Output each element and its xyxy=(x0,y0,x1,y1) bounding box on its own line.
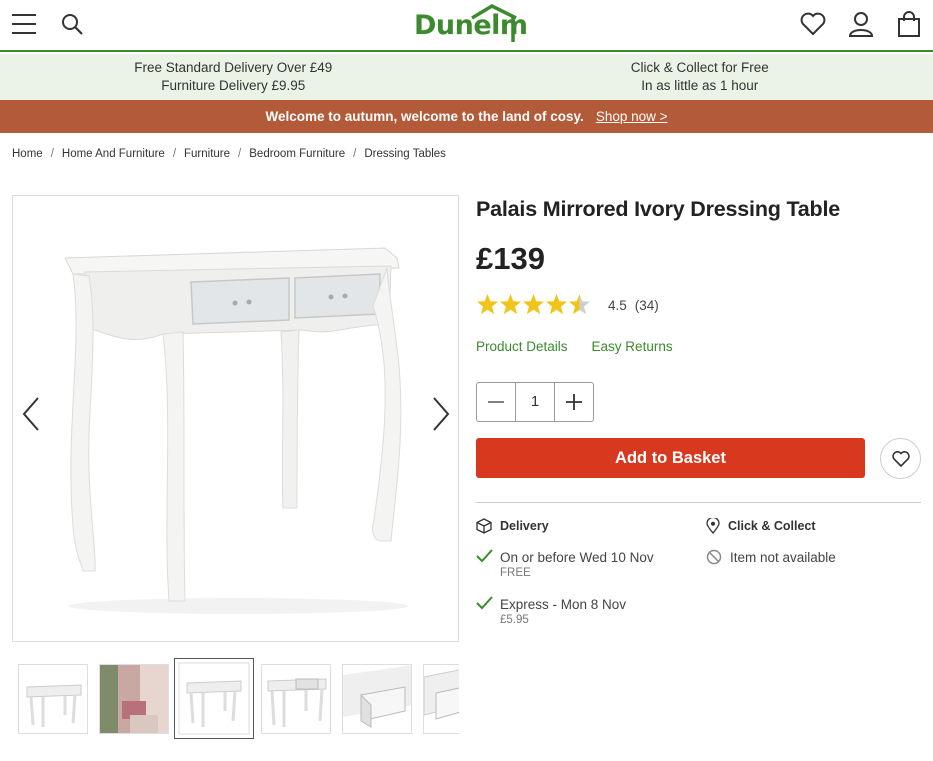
delivery-heading-text: Delivery xyxy=(500,519,549,533)
collect-info: Click & Collect for Free In as little as… xyxy=(467,54,933,100)
thumbnail-strip xyxy=(12,658,459,740)
chevron-left-icon[interactable] xyxy=(20,396,44,436)
dressing-table-illustration xyxy=(64,247,408,614)
box-icon xyxy=(476,518,492,534)
delivery-info-line1: Free Standard Delivery Over £49 xyxy=(134,60,333,75)
heart-icon xyxy=(891,450,910,467)
breadcrumb-home-and-furniture[interactable]: Home And Furniture xyxy=(62,148,165,160)
breadcrumb-home[interactable]: Home xyxy=(12,148,43,160)
logo-text: Dunelm xyxy=(414,10,528,41)
product-rating[interactable]: 4.5 (34) xyxy=(476,293,659,317)
promo-shop-link[interactable]: Shop now > xyxy=(596,109,668,124)
divider xyxy=(476,502,921,503)
basket-icon[interactable] xyxy=(895,10,923,38)
delivery-info: Free Standard Delivery Over £49 Furnitur… xyxy=(0,54,467,100)
promo-text: Welcome to autumn, welcome to the land o… xyxy=(265,109,584,124)
account-icon[interactable] xyxy=(847,10,875,38)
click-collect-heading: Click & Collect xyxy=(706,518,816,534)
quantity-input[interactable]: 1 xyxy=(515,383,555,421)
decrease-quantity-button[interactable] xyxy=(477,383,515,421)
thumbnail-selected[interactable] xyxy=(174,658,254,739)
chevron-right-icon[interactable] xyxy=(428,396,452,436)
easy-returns-link[interactable]: Easy Returns xyxy=(592,339,673,354)
breadcrumb-separator: / xyxy=(172,148,177,160)
product-links: Product Details Easy Returns xyxy=(476,339,673,354)
menu-icon[interactable] xyxy=(10,10,38,38)
site-header: Dunelm xyxy=(0,0,933,52)
rating-value: 4.5 xyxy=(608,297,627,313)
product-main-image[interactable] xyxy=(12,195,459,642)
rating-stars xyxy=(477,294,590,315)
location-pin-icon xyxy=(706,518,720,534)
product-details-link[interactable]: Product Details xyxy=(476,339,568,354)
delivery-info-bar: Free Standard Delivery Over £49 Furnitur… xyxy=(0,54,933,100)
minus-icon xyxy=(488,401,504,403)
express-delivery-date: Express - Mon 8 Nov xyxy=(500,597,627,612)
collect-info-line2: In as little as 1 hour xyxy=(641,78,759,93)
collect-status: Item not available xyxy=(730,550,836,565)
thumbnail[interactable] xyxy=(261,664,331,734)
review-count[interactable]: (34) xyxy=(635,298,659,313)
thumbnail[interactable] xyxy=(18,664,88,734)
plus-icon xyxy=(566,394,582,410)
thumbnail[interactable] xyxy=(342,664,412,734)
check-icon xyxy=(476,596,493,610)
thumbnail[interactable] xyxy=(99,664,169,734)
product-price: £139 xyxy=(476,241,545,276)
collect-info-line1: Click & Collect for Free xyxy=(630,60,769,75)
standard-delivery-date: On or before Wed 10 Nov xyxy=(500,550,654,565)
breadcrumb-furniture[interactable]: Furniture xyxy=(184,148,230,160)
quantity-stepper: 1 xyxy=(476,382,594,422)
thumbnail[interactable] xyxy=(423,664,459,734)
delivery-heading: Delivery xyxy=(476,518,549,534)
unavailable-icon xyxy=(706,549,722,565)
promo-banner: Welcome to autumn, welcome to the land o… xyxy=(0,100,933,133)
click-collect-heading-text: Click & Collect xyxy=(728,519,816,533)
breadcrumb-separator: / xyxy=(353,148,357,160)
dunelm-logo[interactable]: Dunelm xyxy=(412,4,528,46)
heart-icon[interactable] xyxy=(799,10,827,38)
breadcrumb-separator: / xyxy=(50,148,54,160)
delivery-info-line2: Furniture Delivery £9.95 xyxy=(161,78,306,93)
breadcrumb: Home / Home And Furniture / Furniture / … xyxy=(12,148,446,160)
increase-quantity-button[interactable] xyxy=(555,383,593,421)
check-icon xyxy=(476,549,493,563)
breadcrumb-separator: / xyxy=(238,148,242,160)
breadcrumb-dressing-tables[interactable]: Dressing Tables xyxy=(364,148,446,160)
breadcrumb-bedroom-furniture[interactable]: Bedroom Furniture xyxy=(249,148,345,160)
standard-delivery-price: FREE xyxy=(500,567,531,579)
express-delivery-price: £5.95 xyxy=(500,614,529,626)
product-title: Palais Mirrored Ivory Dressing Table xyxy=(476,197,841,221)
add-to-basket-button[interactable]: Add to Basket xyxy=(476,438,865,478)
wishlist-button[interactable] xyxy=(880,438,921,479)
search-icon[interactable] xyxy=(58,10,86,38)
